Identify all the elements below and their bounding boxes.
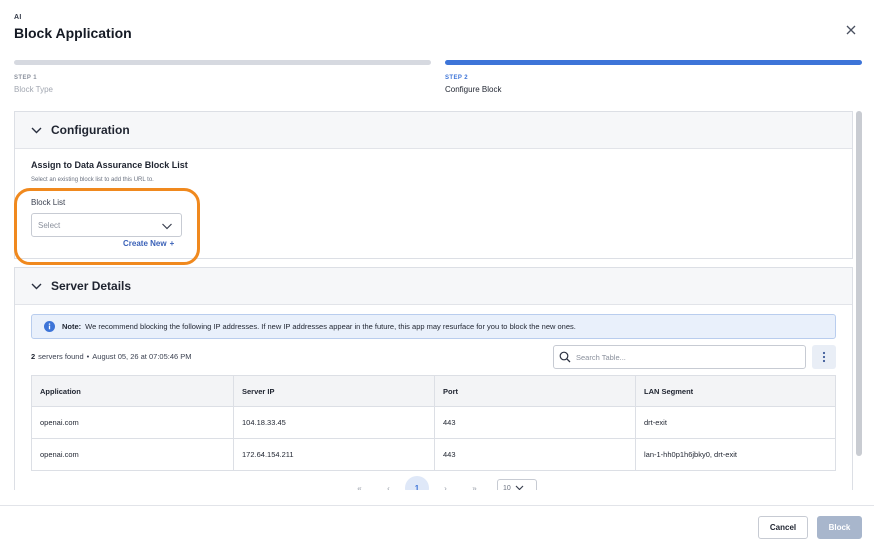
note-banner: Note: We recommend blocking the followin…: [31, 314, 836, 339]
step-1[interactable]: STEP 1 Block Type: [14, 60, 431, 94]
step-2-progress-bar: [445, 60, 862, 65]
servers-count-label: servers found: [38, 352, 84, 361]
table-row[interactable]: openai.com 104.18.33.45 443 drt-exit: [31, 406, 836, 439]
step-1-progress-bar: [14, 60, 431, 65]
search-input[interactable]: [576, 352, 796, 362]
plus-icon: +: [169, 239, 175, 248]
server-details-header[interactable]: Server Details: [15, 268, 852, 305]
scrollbar-thumb[interactable]: [856, 111, 862, 456]
block-button[interactable]: Block: [817, 516, 862, 539]
server-details-section: Server Details Note: We recommend blocki…: [14, 267, 853, 490]
servers-table: Application Server IP Port LAN Segment o…: [31, 375, 836, 471]
stepper: STEP 1 Block Type STEP 2 Configure Block: [14, 60, 862, 100]
servers-timestamp: August 05, 26 at 07:05:46 PM: [92, 352, 192, 361]
create-new-label: Create New: [123, 239, 167, 248]
configuration-title: Configuration: [51, 123, 130, 137]
cancel-button[interactable]: Cancel: [758, 516, 808, 539]
note-label: Note:: [62, 322, 82, 331]
servers-count: 2 servers found • August 05, 26 at 07:05…: [31, 352, 192, 361]
cell-port: 443: [434, 406, 636, 439]
last-page-button[interactable]: »: [460, 478, 489, 491]
assign-subtitle: Select an existing block list to add thi…: [31, 177, 154, 183]
dialog-footer: Cancel Block: [0, 505, 874, 543]
column-header-lan-segment[interactable]: LAN Segment: [635, 375, 836, 407]
dialog-header: AI Block Application: [0, 0, 874, 56]
configuration-header[interactable]: Configuration: [15, 112, 852, 149]
cell-application: openai.com: [31, 438, 234, 471]
assign-title: Assign to Data Assurance Block List: [31, 160, 188, 170]
first-page-button[interactable]: «: [345, 478, 374, 491]
dialog-eyebrow: AI: [14, 14, 22, 21]
dialog-title: Block Application: [14, 25, 132, 41]
page-size-select[interactable]: 10: [497, 479, 537, 490]
search-icon: [559, 351, 571, 363]
servers-count-number: 2: [31, 352, 36, 361]
cell-server-ip: 172.64.154.211: [233, 438, 435, 471]
server-details-title: Server Details: [51, 279, 132, 293]
cell-application: openai.com: [31, 406, 234, 439]
cell-lan-segment: lan-1-hh0p1h6jbky0, drt-exit: [635, 438, 836, 471]
page-number-current[interactable]: 1: [405, 476, 429, 490]
cell-lan-segment: drt-exit: [635, 406, 836, 439]
table-row[interactable]: openai.com 172.64.154.211 443 lan-1-hh0p…: [31, 438, 836, 471]
chevron-down-icon: [161, 220, 173, 232]
configuration-section: Configuration Assign to Data Assurance B…: [14, 111, 853, 265]
table-options-button[interactable]: [812, 345, 836, 369]
dialog-body[interactable]: Configuration Assign to Data Assurance B…: [14, 111, 854, 490]
column-header-server-ip[interactable]: Server IP: [233, 375, 435, 407]
step-2-name: Configure Block: [445, 85, 502, 94]
close-icon: [846, 25, 856, 35]
chevron-down-icon: [31, 124, 43, 136]
block-list-value: Select: [38, 220, 61, 230]
step-1-number: STEP 1: [14, 75, 37, 81]
create-new-link[interactable]: Create New +: [123, 239, 174, 248]
separator-dot: •: [86, 352, 90, 361]
column-header-port[interactable]: Port: [434, 375, 636, 407]
block-list-select[interactable]: Select: [31, 213, 182, 237]
close-button[interactable]: [840, 20, 862, 40]
chevron-down-icon: [31, 280, 43, 292]
step-2[interactable]: STEP 2 Configure Block: [445, 60, 862, 94]
note-text: We recommend blocking the following IP a…: [85, 322, 576, 331]
info-icon: [44, 321, 55, 332]
step-1-name: Block Type: [14, 85, 53, 94]
search-box[interactable]: [553, 345, 806, 369]
page-size-value: 10: [503, 484, 511, 491]
cell-server-ip: 104.18.33.45: [233, 406, 435, 439]
next-page-button[interactable]: ›: [431, 478, 460, 491]
prev-page-button[interactable]: ‹: [374, 478, 403, 491]
pagination: « ‹ 1 › » 10: [345, 476, 537, 491]
step-2-number: STEP 2: [445, 75, 468, 81]
cell-port: 443: [434, 438, 636, 471]
table-header-row: Application Server IP Port LAN Segment: [31, 375, 836, 407]
more-vertical-icon: [822, 351, 826, 363]
column-header-application[interactable]: Application: [31, 375, 234, 407]
block-list-label: Block List: [31, 198, 66, 207]
chevron-down-icon: [515, 485, 524, 490]
